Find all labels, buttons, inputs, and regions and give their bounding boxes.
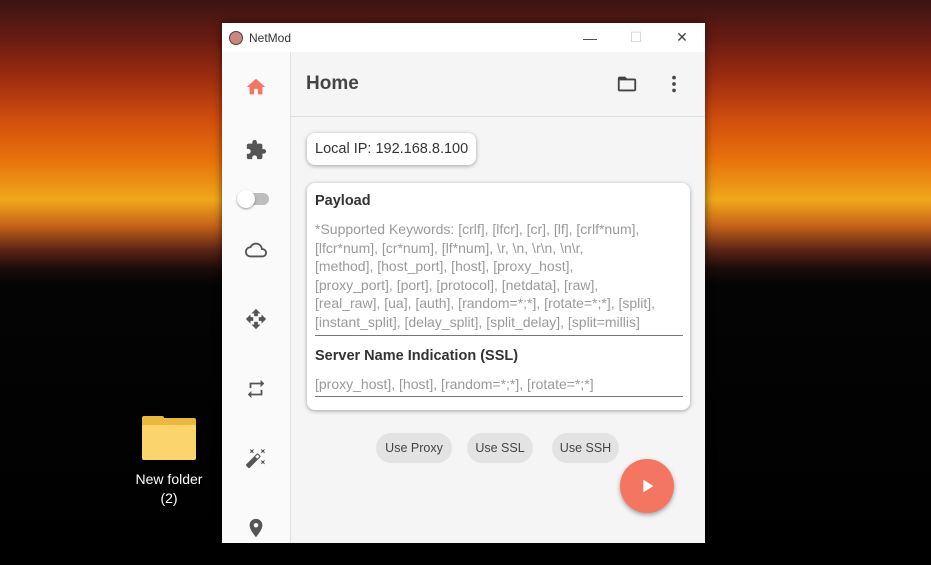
move-icon [245,308,267,330]
sni-underline [315,396,683,397]
payload-placeholder-line: *Supported Keywords: [crlf], [lfcr], [cr… [315,221,640,237]
folder-icon [617,76,637,92]
app-icon [229,30,243,45]
desktop-folder-new-folder-2[interactable]: New folder (2) [128,416,210,508]
app-bar: Home [291,52,705,117]
local-ip-card: Local IP: 192.168.8.100 [307,133,477,165]
payload-placeholder-line: [proxy_port], [port], [protocol], [netda… [315,276,599,293]
use-ssl-chip[interactable]: Use SSL [467,433,533,463]
payload-placeholder-line: [lfcr*num], [cr*num], [lf*num], \r, \n, … [315,239,584,256]
maximize-button[interactable]: ☐ [613,23,659,52]
sidebar-item-tools[interactable] [222,438,290,478]
puzzle-icon [246,139,267,160]
folder-icon [142,416,196,460]
sidebar-item-repeat[interactable] [222,369,290,409]
more-options-button[interactable] [662,72,686,96]
page-title: Home [306,73,359,94]
sidebar-item-extensions[interactable] [222,130,290,170]
payload-underline [315,335,683,336]
use-ssh-chip[interactable]: Use SSH [552,433,619,463]
sni-input[interactable]: [proxy_host], [host], [random=*;*], [rot… [315,375,685,394]
netmod-window: NetMod — ☐ ✕ Home Local IP: 192.168.8.10… [222,23,705,543]
window-title: NetMod [249,30,292,45]
location-pin-icon [249,518,263,538]
open-folder-button[interactable] [615,72,639,96]
sidebar-item-routing[interactable] [222,299,290,339]
main-content: Home Local IP: 192.168.8.100 Payload *Su… [291,52,705,543]
payload-input[interactable]: *Supported Keywords: [crlf], [lfcr], [cr… [315,220,685,331]
extension-toggle[interactable] [237,190,269,208]
minimize-button[interactable]: — [567,23,613,52]
start-button[interactable] [620,459,674,513]
sidebar-item-home[interactable] [222,67,290,107]
home-icon [246,78,266,95]
payload-placeholder-line: [method], [host_port], [host], [proxy_ho… [315,258,574,274]
desktop-folder-label-suffix: (2) [160,490,178,506]
repeat-icon [247,379,265,399]
toggle-knob [237,190,255,208]
payload-placeholder-line: [instant_split], [delay_split], [split_d… [315,313,640,330]
payload-card: Payload *Supported Keywords: [crlf], [lf… [307,183,690,410]
sidebar [222,52,291,543]
play-icon [643,479,654,493]
sni-label: Server Name Indication (SSL) [315,348,519,364]
title-bar[interactable]: NetMod — ☐ ✕ [222,23,705,52]
local-ip-text: Local IP: 192.168.8.100 [315,141,469,157]
use-proxy-chip[interactable]: Use Proxy [376,433,452,463]
magic-wand-icon [245,448,266,469]
desktop-folder-label: New folder [135,471,203,487]
more-vert-icon [672,75,676,93]
close-button[interactable]: ✕ [659,23,705,52]
cloud-icon [245,242,267,258]
sni-placeholder: [proxy_host], [host], [random=*;*], [rot… [315,376,594,392]
payload-label: Payload [315,193,371,209]
sidebar-item-location[interactable] [222,508,290,548]
payload-placeholder-line: [real_raw], [ua], [auth], [random=*;*], … [315,295,656,311]
sidebar-item-cloud[interactable] [222,230,290,270]
